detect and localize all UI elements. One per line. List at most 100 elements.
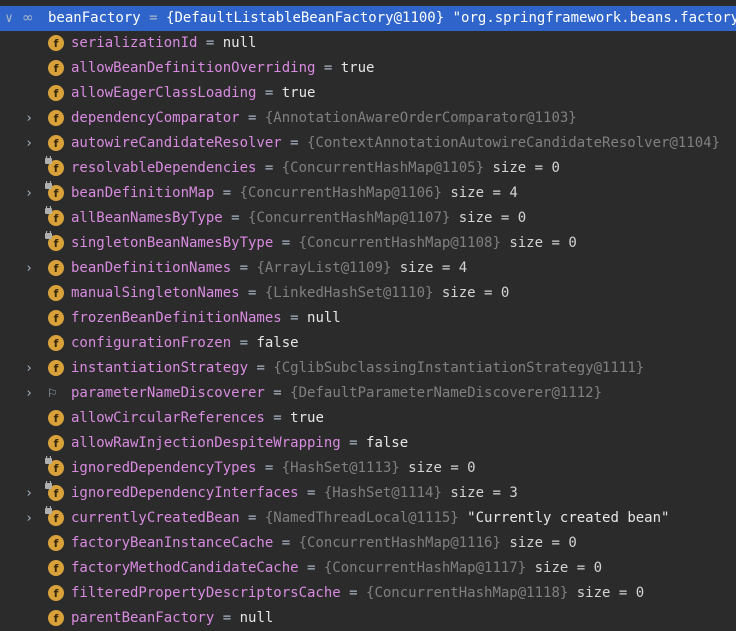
tree-row-beanFactory[interactable]: ∨ ∞ beanFactory = {DefaultListableBeanFa… [0, 6, 736, 31]
chevron-down-icon[interactable]: ∨ [2, 6, 16, 31]
variable-name: allowCircularReferences [71, 410, 265, 426]
row-text: configurationFrozen = false [71, 331, 299, 356]
tree-row-parentBeanFactory[interactable]: f parentBeanFactory = null [0, 606, 736, 631]
chevron-right-icon[interactable]: › [22, 256, 36, 281]
tree-row-ignoredDependencyTypes[interactable]: f ignoredDependencyTypes = {HashSet@1113}… [0, 456, 736, 481]
field-icon: f [48, 585, 64, 601]
variable-name: serializationId [71, 35, 198, 51]
row-text: parameterNameDiscoverer = {DefaultParame… [71, 381, 602, 406]
field-icon: f [48, 60, 64, 76]
row-text: resolvableDependencies = {ConcurrentHash… [71, 156, 560, 181]
variable-name: allBeanNamesByType [71, 210, 223, 226]
equals-sign: = [298, 560, 324, 576]
variable-value: null [222, 35, 257, 51]
field-icon: f [48, 310, 64, 326]
field-letter: f [48, 410, 64, 426]
field-letter: f [48, 135, 64, 151]
equals-sign: = [340, 435, 367, 451]
variable-name: factoryMethodCandidateCache [71, 560, 299, 576]
variable-reference: {ContextAnnotationAutowireCandidateResol… [307, 135, 721, 151]
field-letter: f [48, 335, 64, 351]
field-letter: f [48, 535, 64, 551]
row-text: currentlyCreatedBean = {NamedThreadLocal… [71, 506, 669, 531]
tree-row-beanDefinitionNames[interactable]: › f beanDefinitionNames = {ArrayList@1109}… [0, 256, 736, 281]
tree-row-allBeanNamesByType[interactable]: f allBeanNamesByType = {ConcurrentHashMap… [0, 206, 736, 231]
variable-string-value: "Currently created bean" [458, 510, 670, 526]
tree-row-currentlyCreatedBean[interactable]: › f currentlyCreatedBean = {NamedThreadLoc… [0, 506, 736, 531]
row-text: manualSingletonNames = {LinkedHashSet@11… [71, 281, 509, 306]
variable-name: allowEagerClassLoading [71, 85, 257, 101]
chevron-right-icon[interactable]: › [22, 106, 36, 131]
field-icon: f [48, 85, 64, 101]
row-text: factoryBeanInstanceCache = {ConcurrentHa… [71, 531, 577, 556]
field-icon: f [48, 560, 64, 576]
tree-row-allowRawInjectionDespiteWrapping[interactable]: f allowRawInjectionDespiteWrapping = fals… [0, 431, 736, 456]
chevron-right-icon[interactable]: › [22, 481, 36, 506]
tree-row-instantiationStrategy[interactable]: › f instantiationStrategy = {CglibSubclass… [0, 356, 736, 381]
variable-value: false [256, 335, 299, 351]
variable-reference: {ArrayList@1109} [256, 260, 392, 276]
debugger-variables-tree: ∨ ∞ beanFactory = {DefaultListableBeanFa… [0, 0, 736, 629]
variable-value: null [239, 610, 274, 626]
field-letter: f [48, 85, 64, 101]
field-icon: f [48, 610, 64, 626]
variable-name: frozenBeanDefinitionNames [71, 310, 282, 326]
tree-row-ignoredDependencyInterfaces[interactable]: › f ignoredDependencyInterfaces = {HashSet… [0, 481, 736, 506]
tree-row-parameterNameDiscoverer[interactable]: › ⚐ parameterNameDiscoverer = {DefaultPara… [0, 381, 736, 406]
equals-sign: = [264, 385, 291, 401]
flag-icon: ⚐ [48, 385, 57, 401]
variable-reference: {ConcurrentHashMap@1105} [281, 160, 485, 176]
tree-row-filteredPropertyDescriptorsCache[interactable]: f filteredPropertyDescriptorsCache = {Con… [0, 581, 736, 606]
tree-row-allowEagerClassLoading[interactable]: f allowEagerClassLoading = true [0, 81, 736, 106]
chevron-right-icon[interactable]: › [22, 381, 36, 406]
equals-sign: = [273, 535, 299, 551]
lock-icon [45, 456, 52, 464]
equals-sign: = [231, 335, 257, 351]
variable-name: ignoredDependencyTypes [71, 460, 257, 476]
variable-reference: {DefaultListableBeanFactory@1100} [166, 10, 445, 26]
field-icon: f [48, 285, 64, 301]
equals-sign: = [340, 585, 367, 601]
tree-row-serializationId[interactable]: f serializationId = null [0, 31, 736, 56]
tree-row-resolvableDependencies[interactable]: f resolvableDependencies = {ConcurrentHas… [0, 156, 736, 181]
variable-name: allowRawInjectionDespiteWrapping [71, 435, 341, 451]
tree-row-allowCircularReferences[interactable]: f allowCircularReferences = true [0, 406, 736, 431]
collection-size: size = 0 [399, 460, 476, 476]
chevron-right-icon[interactable]: › [22, 131, 36, 156]
variable-name: factoryBeanInstanceCache [71, 535, 274, 551]
locked-field-icon: f [45, 456, 64, 476]
variable-string-value: "org.springframework.beans.factory [444, 10, 736, 26]
chevron-right-icon[interactable]: › [22, 506, 36, 531]
tree-row-dependencyComparator[interactable]: › f dependencyComparator = {AnnotationAwar… [0, 106, 736, 131]
row-text: beanDefinitionNames = {ArrayList@1109} s… [71, 256, 467, 281]
field-icon: f [48, 135, 64, 151]
tree-row-configurationFrozen[interactable]: f configurationFrozen = false [0, 331, 736, 356]
tree-row-autowireCandidateResolver[interactable]: › f autowireCandidateResolver = {ContextAn… [0, 131, 736, 156]
equals-sign: = [248, 360, 274, 376]
tree-row-frozenBeanDefinitionNames[interactable]: f frozenBeanDefinitionNames = null [0, 306, 736, 331]
tree-row-factoryMethodCandidateCache[interactable]: f factoryMethodCandidateCache = {Concurre… [0, 556, 736, 581]
field-letter: f [48, 610, 64, 626]
equals-sign: = [281, 135, 308, 151]
row-text: allowCircularReferences = true [71, 406, 324, 431]
tree-row-allowBeanDefinitionOverriding[interactable]: f allowBeanDefinitionOverriding = true [0, 56, 736, 81]
tree-row-beanDefinitionMap[interactable]: › f beanDefinitionMap = {ConcurrentHashMap… [0, 181, 736, 206]
field-letter: f [48, 60, 64, 76]
collection-size: size = 4 [391, 260, 468, 276]
variable-name: allowBeanDefinitionOverriding [71, 60, 316, 76]
chevron-right-icon[interactable]: › [22, 181, 36, 206]
field-icon: f [48, 410, 64, 426]
tree-row-factoryBeanInstanceCache[interactable]: f factoryBeanInstanceCache = {ConcurrentH… [0, 531, 736, 556]
field-icon: f [48, 260, 64, 276]
row-text: parentBeanFactory = null [71, 606, 273, 631]
chevron-right-icon[interactable]: › [22, 356, 36, 381]
lock-icon [45, 481, 52, 489]
row-text: autowireCandidateResolver = {ContextAnno… [71, 131, 720, 156]
tree-row-singletonBeanNamesByType[interactable]: f singletonBeanNamesByType = {ConcurrentH… [0, 231, 736, 256]
locked-field-icon: f [45, 506, 64, 526]
variable-value: false [366, 435, 409, 451]
locked-field-icon: f [45, 481, 64, 501]
variable-name: filteredPropertyDescriptorsCache [71, 585, 341, 601]
tree-row-manualSingletonNames[interactable]: f manualSingletonNames = {LinkedHashSet@1… [0, 281, 736, 306]
lock-icon [45, 231, 52, 239]
